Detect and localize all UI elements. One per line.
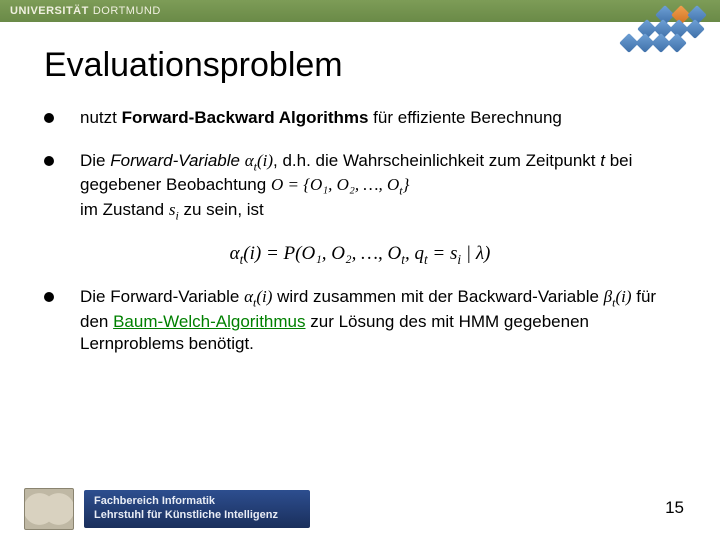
- bullet-1: nutzt Forward-Backward Algorithms für ef…: [44, 107, 660, 130]
- forward-variable-term: Forward-Variable: [110, 151, 240, 170]
- text: Die: [80, 151, 110, 170]
- bold-term: Forward-Backward Algorithms: [122, 108, 369, 127]
- baum-welch-link[interactable]: Baum-Welch-Algorithmus: [113, 312, 305, 331]
- bullet-3: Die Forward-Variable αt(i) wird zusammen…: [44, 286, 660, 356]
- alpha-symbol: αt(i): [245, 151, 273, 170]
- dept-line2: Lehrstuhl für Künstliche Intelligenz: [94, 509, 294, 523]
- state-si: si: [169, 200, 179, 219]
- footer-logo: Fachbereich Informatik Lehrstuhl für Kün…: [24, 488, 310, 530]
- faces-icon: [24, 488, 74, 530]
- department-badge: Fachbereich Informatik Lehrstuhl für Kün…: [84, 490, 310, 528]
- text: im Zustand: [80, 200, 169, 219]
- decorative-squares: [604, 8, 714, 52]
- text: Die Forward-Variable: [80, 287, 244, 306]
- text: , d.h. die Wahrscheinlichkeit zum Zeitpu…: [273, 151, 600, 170]
- bullet-list-2: Die Forward-Variable αt(i) wird zusammen…: [44, 286, 660, 356]
- alpha-symbol: αt(i): [244, 287, 272, 306]
- text: nutzt: [80, 108, 122, 127]
- forward-variable-formula: αt(i) = P(O₁, O₂, …, Ot, qt = si | λ): [0, 243, 720, 268]
- page-number: 15: [665, 498, 684, 518]
- text: zu sein, ist: [179, 200, 264, 219]
- uni-name-light: DORTMUND: [93, 5, 161, 17]
- bullet-2: Die Forward-Variable αt(i), d.h. die Wah…: [44, 150, 660, 223]
- text: wird zusammen mit der Backward-Variable: [272, 287, 603, 306]
- observation-set: O = {O₁, O₂, …, Ot}: [271, 175, 409, 194]
- uni-name-strong: UNIVERSITÄT: [10, 5, 89, 17]
- bullet-list: nutzt Forward-Backward Algorithms für ef…: [44, 107, 660, 223]
- text: für effiziente Berechnung: [368, 108, 561, 127]
- beta-symbol: βt(i): [604, 287, 632, 306]
- dept-line1: Fachbereich Informatik: [94, 495, 294, 509]
